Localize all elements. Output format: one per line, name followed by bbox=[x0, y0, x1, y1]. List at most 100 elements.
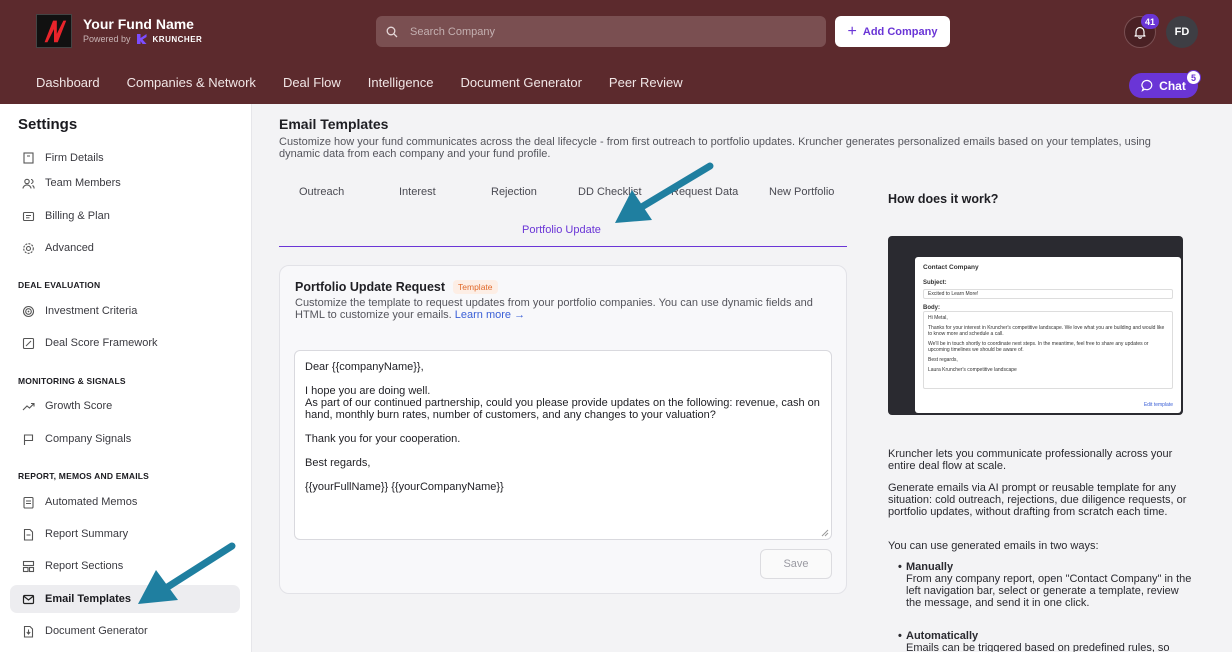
top-header: Your Fund Name Powered by KRUNCHER + Add… bbox=[0, 0, 1232, 104]
user-avatar[interactable]: FD bbox=[1166, 16, 1198, 48]
sidebar-item-advanced[interactable]: Advanced bbox=[10, 234, 240, 262]
fund-name: Your Fund Name bbox=[83, 16, 194, 32]
nav-document-generator[interactable]: Document Generator bbox=[461, 75, 582, 90]
sidebar-item-report-summary[interactable]: Report Summary bbox=[10, 520, 240, 548]
credit-card-icon bbox=[22, 211, 35, 221]
sidebar-item-label: Growth Score bbox=[45, 400, 113, 412]
fund-logo[interactable] bbox=[36, 14, 72, 48]
sidebar-item-label: Report Summary bbox=[45, 528, 129, 540]
preview-window: Contact Company Subject: Excited to Lear… bbox=[915, 257, 1181, 413]
sidebar-item-automated-memos[interactable]: Automated Memos bbox=[10, 488, 240, 516]
powered-by-label: Powered by bbox=[83, 34, 131, 44]
sidebar-item-billing-plan[interactable]: Billing & Plan bbox=[10, 202, 240, 230]
help-bullet-automatically: Automatically Emails can be triggered ba… bbox=[898, 630, 1196, 652]
search-bar[interactable] bbox=[376, 16, 826, 47]
powered-by: Powered by KRUNCHER bbox=[83, 34, 202, 44]
body-line: I hope you are doing well. bbox=[305, 385, 431, 397]
kruncher-brand: KRUNCHER bbox=[152, 34, 203, 44]
doc-download-icon bbox=[23, 625, 34, 638]
logo-mark-icon bbox=[44, 20, 67, 43]
page-title: Email Templates bbox=[279, 116, 389, 132]
sidebar-item-label: Deal Score Framework bbox=[45, 337, 158, 349]
body-line bbox=[305, 469, 821, 481]
add-company-label: Add Company bbox=[862, 25, 938, 38]
tab-dd-checklist[interactable]: DD Checklist bbox=[578, 186, 642, 198]
add-company-button[interactable]: + Add Company bbox=[835, 16, 950, 47]
search-input[interactable] bbox=[410, 25, 790, 38]
bullet-title: Manually bbox=[906, 561, 954, 573]
sidebar-title: Settings bbox=[18, 116, 78, 133]
trend-icon bbox=[22, 402, 35, 410]
tab-request-data[interactable]: Request Data bbox=[671, 186, 738, 198]
preview-body-field: Hi Metal, Thanks for your interest in Kr… bbox=[923, 311, 1173, 389]
sidebar-item-label: Company Signals bbox=[45, 433, 132, 445]
tab-interest[interactable]: Interest bbox=[399, 186, 436, 198]
sidebar-item-email-templates[interactable]: Email Templates bbox=[10, 585, 240, 613]
resize-handle-icon[interactable] bbox=[821, 529, 829, 537]
sidebar-item-company-signals[interactable]: Company Signals bbox=[10, 425, 240, 453]
bullet-text: From any company report, open "Contact C… bbox=[906, 573, 1192, 609]
sidebar-item-firm-details[interactable]: Firm Details bbox=[10, 138, 240, 164]
preview-body-line: Best regards, bbox=[928, 357, 958, 363]
template-body-editor[interactable]: Dear {{companyName}}, I hope you are doi… bbox=[294, 350, 832, 540]
tab-portfolio-update[interactable]: Portfolio Update bbox=[522, 224, 601, 236]
sidebar-item-report-sections[interactable]: Report Sections bbox=[10, 552, 240, 580]
search-icon bbox=[386, 26, 398, 37]
save-button[interactable]: Save bbox=[760, 549, 832, 579]
score-icon bbox=[22, 337, 35, 349]
help-paragraph-3: You can use generated emails in two ways… bbox=[888, 540, 1099, 552]
kruncher-logo-icon bbox=[136, 34, 147, 44]
body-line: {{yourFullName}} {{yourCompanyName}} bbox=[305, 481, 504, 493]
main-nav: Dashboard Companies & Network Deal Flow … bbox=[36, 75, 710, 90]
sidebar-item-growth-score[interactable]: Growth Score bbox=[10, 392, 240, 420]
bullet-text: Emails can be triggered based on predefi… bbox=[906, 642, 1170, 652]
mail-icon bbox=[22, 594, 35, 604]
nav-dashboard[interactable]: Dashboard bbox=[36, 75, 100, 90]
preview-subject-field: Excited to Learn More! bbox=[923, 289, 1173, 299]
section-monitoring-signals: MONITORING & SIGNALS bbox=[18, 376, 126, 386]
preview-body-line: We'll be in touch shortly to coordinate … bbox=[928, 341, 1149, 353]
building-icon bbox=[23, 152, 34, 164]
preview-subject-label: Subject: bbox=[923, 280, 947, 286]
sidebar-item-investment-criteria[interactable]: Investment Criteria bbox=[10, 297, 240, 325]
sidebar-item-label: Email Templates bbox=[45, 593, 131, 605]
preview-edit-link: Edit template bbox=[1143, 402, 1173, 408]
gear-icon bbox=[23, 242, 34, 254]
sidebar-item-label: Report Sections bbox=[45, 560, 124, 572]
card-title-text: Portfolio Update Request bbox=[295, 280, 446, 294]
nav-intelligence[interactable]: Intelligence bbox=[368, 75, 434, 90]
section-report-memos-emails: REPORT, MEMOS AND EMAILS bbox=[18, 471, 150, 481]
body-line: Thank you for your cooperation. bbox=[305, 433, 461, 445]
template-card: Portfolio Update Request Template Custom… bbox=[279, 265, 847, 594]
notification-count-badge: 41 bbox=[1141, 14, 1159, 29]
nav-companies-network[interactable]: Companies & Network bbox=[127, 75, 256, 90]
tab-outreach[interactable]: Outreach bbox=[299, 186, 344, 198]
body-line: Dear {{companyName}}, bbox=[305, 361, 424, 373]
sidebar-item-label: Firm Details bbox=[45, 152, 104, 164]
sidebar-item-deal-score-framework[interactable]: Deal Score Framework bbox=[10, 329, 240, 357]
sidebar-item-label: Billing & Plan bbox=[45, 210, 110, 222]
plus-icon: + bbox=[847, 22, 857, 40]
sidebar-item-label: Investment Criteria bbox=[45, 305, 138, 317]
chat-label: Chat bbox=[1159, 78, 1186, 93]
sidebar-item-label: Automated Memos bbox=[45, 496, 138, 508]
body-line: Best regards, bbox=[305, 457, 371, 469]
users-icon bbox=[22, 178, 35, 189]
body-line bbox=[305, 421, 821, 433]
tab-new-portfolio[interactable]: New Portfolio bbox=[769, 186, 834, 198]
sidebar-item-label: Document Generator bbox=[45, 625, 148, 637]
settings-sidebar: Settings Firm Details Team Members Billi… bbox=[0, 104, 252, 652]
nav-deal-flow[interactable]: Deal Flow bbox=[283, 75, 341, 90]
body-line bbox=[305, 373, 821, 385]
learn-more-link[interactable]: Learn more → bbox=[455, 309, 525, 321]
help-paragraph-2: Generate emails via AI prompt or reusabl… bbox=[888, 482, 1187, 518]
body-line bbox=[305, 445, 821, 457]
sidebar-item-document-generator[interactable]: Document Generator bbox=[10, 617, 240, 645]
sections-icon bbox=[22, 560, 35, 572]
sidebar-item-team-members[interactable]: Team Members bbox=[10, 169, 240, 197]
preview-heading: Contact Company bbox=[923, 264, 979, 271]
nav-peer-review[interactable]: Peer Review bbox=[609, 75, 683, 90]
card-title: Portfolio Update Request Template bbox=[295, 280, 498, 294]
tab-rejection[interactable]: Rejection bbox=[491, 186, 537, 198]
contact-company-preview: Contact Company Subject: Excited to Lear… bbox=[888, 236, 1183, 415]
